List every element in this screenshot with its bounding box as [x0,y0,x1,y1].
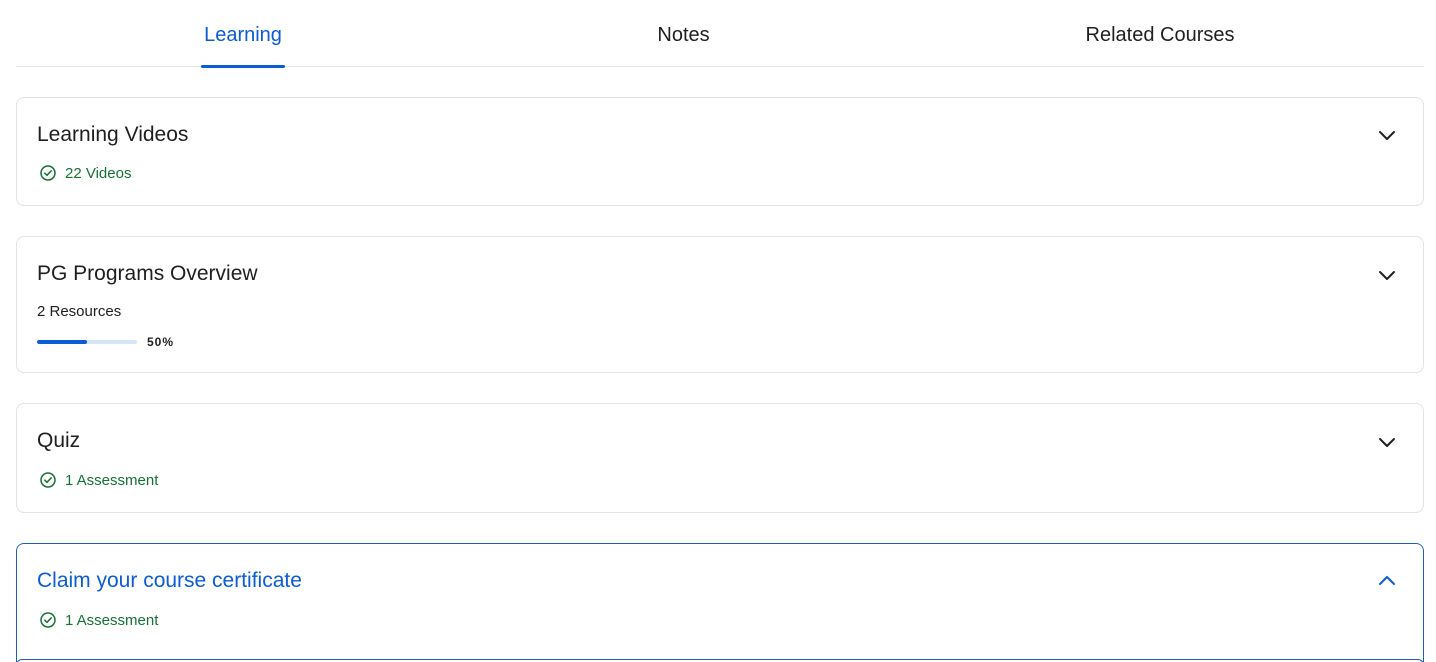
section-meta: 1 Assessment [39,611,158,629]
section-meta: 1 Assessment [39,471,158,489]
check-circle-icon [40,612,56,628]
section-card-claim-certificate[interactable]: Claim your course certificate 1 Assessme… [16,543,1424,662]
active-tab-indicator [201,65,285,68]
section-meta-label: 2 Resources [37,303,122,320]
section-title: PG Programs Overview [37,262,258,285]
tab-bar: Learning Notes Related Courses [16,0,1424,68]
section-meta-label: 1 Assessment [65,611,159,629]
tab-related-courses[interactable]: Related Courses [1081,0,1239,67]
check-circle-icon [40,472,56,488]
section-title: Learning Videos [37,123,189,146]
tab-notes[interactable]: Notes [654,0,713,67]
progress-indicator: 50% [37,335,174,349]
section-title: Claim your course certificate [37,569,302,592]
progress-fill [37,340,87,344]
tab-learning[interactable]: Learning [201,0,285,68]
tab-learning-label: Learning [204,24,282,46]
progress-percent: 50% [147,335,175,349]
chevron-down-icon[interactable] [1377,125,1397,145]
section-card-pg-programs-overview[interactable]: PG Programs Overview 2 Resources 50% [16,236,1424,373]
tab-related-courses-label: Related Courses [1085,24,1235,46]
chevron-down-icon[interactable] [1377,432,1397,452]
section-card-quiz[interactable]: Quiz 1 Assessment [16,403,1424,513]
section-meta-label: 22 Videos [65,164,132,182]
section-title: Quiz [37,429,81,452]
chevron-down-icon[interactable] [1377,265,1397,285]
section-meta: 22 Videos [39,164,131,182]
tab-notes-label: Notes [657,24,710,46]
section-meta: 2 Resources [37,303,121,320]
section-card-learning-videos[interactable]: Learning Videos 22 Videos [16,97,1424,206]
chevron-up-icon[interactable] [1377,571,1397,591]
section-meta-label: 1 Assessment [65,471,159,489]
check-circle-icon [40,165,56,181]
progress-track [37,340,137,344]
